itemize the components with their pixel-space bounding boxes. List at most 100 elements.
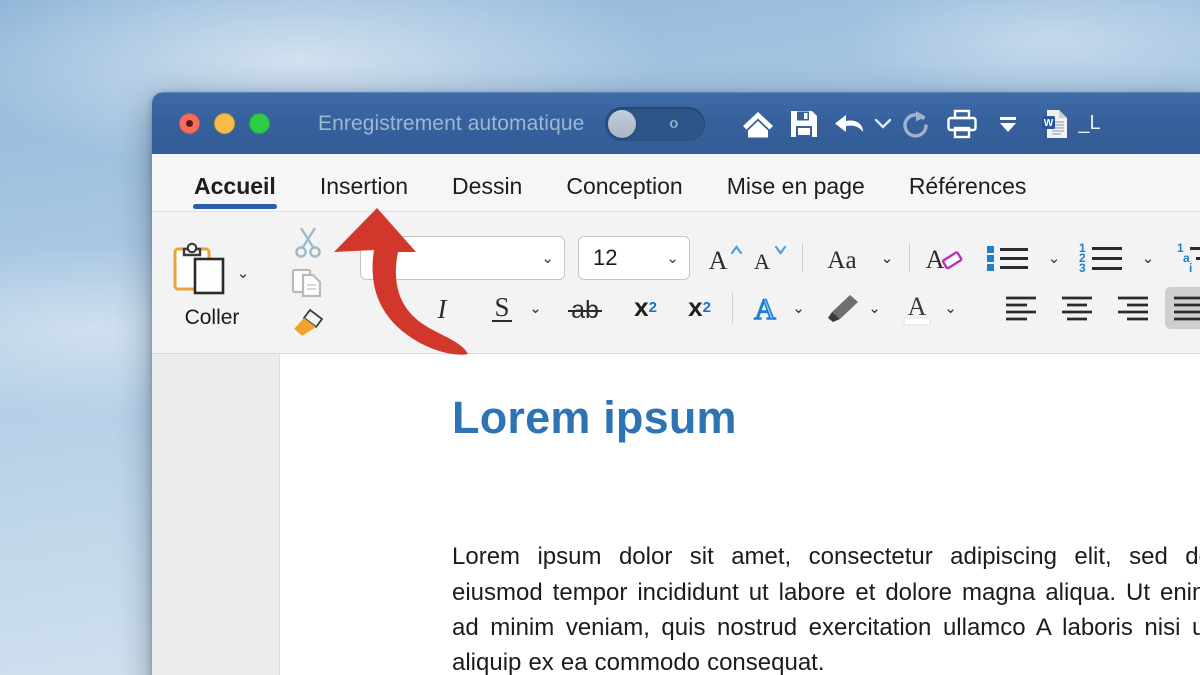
font-size-combobox[interactable]: 12 ⌄ (578, 236, 690, 280)
tab-conception[interactable]: Conception (544, 175, 704, 211)
autosave-toggle-state: o (669, 115, 678, 132)
document-area: Lorem ipsum Lorem ipsum dolor sit amet, … (152, 354, 1200, 675)
font-color-caret-icon[interactable]: ⌄ (939, 299, 963, 317)
tab-mise-en-page[interactable]: Mise en page (705, 175, 887, 211)
svg-text:W: W (1044, 118, 1054, 129)
page-left-margin (152, 354, 280, 675)
tab-dessin[interactable]: Dessin (430, 175, 544, 211)
customize-caret-icon[interactable] (985, 101, 1031, 147)
document-chip[interactable]: W _L (1041, 109, 1100, 139)
minimize-button[interactable] (214, 113, 235, 134)
save-icon[interactable] (781, 101, 827, 147)
svg-text:I: I (436, 294, 448, 324)
align-center-button[interactable] (1053, 287, 1101, 329)
tab-label: Dessin (452, 173, 522, 199)
autosave-toggle-knob (608, 110, 636, 138)
redo-icon[interactable] (893, 101, 939, 147)
font-separator-c (732, 293, 733, 323)
svg-text:A: A (754, 249, 770, 274)
italic-icon[interactable]: I (420, 285, 464, 331)
tab-label: Conception (566, 173, 682, 199)
numbering-icon[interactable]: 123 (1074, 235, 1136, 281)
cut-icon[interactable] (291, 225, 325, 264)
font-separator-b (909, 243, 910, 273)
superscript-base: x (688, 292, 702, 323)
print-icon[interactable] (939, 101, 985, 147)
svg-text:i: i (1189, 261, 1192, 275)
cut-copy-painter-group (272, 212, 344, 353)
paste-label: Coller (185, 306, 240, 330)
svg-text:A: A (754, 293, 776, 326)
ribbon-toolbar: ⌄ Coller (152, 212, 1200, 354)
align-right-button[interactable] (1109, 287, 1157, 329)
text-effects-caret-icon[interactable]: ⌄ (787, 299, 811, 317)
maximize-button[interactable] (249, 113, 270, 134)
bullets-icon[interactable] (980, 235, 1042, 281)
quick-access-toolbar: W _L (735, 101, 1100, 147)
word-application-window: Enregistrement automatique o (152, 92, 1200, 675)
ribbon-tab-bar: Accueil Insertion Dessin Conception Mise… (152, 154, 1200, 212)
document-heading: Lorem ipsum (452, 394, 1200, 441)
change-case-caret-icon[interactable]: ⌄ (875, 249, 899, 267)
tab-label: Mise en page (727, 173, 865, 199)
undo-icon[interactable] (827, 101, 873, 147)
copy-icon[interactable] (290, 267, 326, 304)
word-document-icon: W (1041, 109, 1069, 139)
svg-text:A: A (926, 245, 945, 274)
tab-label: Insertion (320, 173, 408, 199)
highlight-caret-icon[interactable]: ⌄ (863, 299, 887, 317)
multilevel-list-icon[interactable]: 1ai (1168, 235, 1200, 281)
window-controls (179, 113, 270, 134)
change-case-icon[interactable]: Aa (813, 235, 875, 281)
autosave-toggle[interactable]: o (605, 107, 705, 141)
svg-text:3: 3 (1079, 261, 1086, 275)
home-icon[interactable] (735, 101, 781, 147)
paragraph-group: ⌄ 123 ⌄ 1ai (966, 212, 1200, 353)
document-paragraph: Lorem ipsum dolor sit amet, consectetur … (452, 539, 1200, 675)
justify-button[interactable] (1165, 287, 1200, 329)
font-color-icon[interactable]: A (895, 285, 939, 331)
font-name-combobox[interactable]: ial ⌄ (360, 236, 565, 280)
undo-caret-icon[interactable] (873, 101, 893, 147)
underline-icon[interactable]: S (480, 285, 524, 331)
svg-text:A: A (709, 246, 728, 275)
underline-caret-icon[interactable]: ⌄ (524, 299, 548, 317)
font-size-value: 12 (593, 245, 656, 271)
align-left-button[interactable] (997, 287, 1045, 329)
window-title-bar: Enregistrement automatique o (152, 92, 1200, 154)
tab-label: Accueil (194, 173, 276, 199)
superscript-icon[interactable]: x2 (678, 285, 722, 331)
document-page[interactable]: Lorem ipsum Lorem ipsum dolor sit amet, … (280, 354, 1200, 675)
tab-insertion[interactable]: Insertion (298, 175, 430, 211)
subscript-icon[interactable]: x2 (624, 285, 668, 331)
svg-text:Aa: Aa (827, 247, 856, 274)
highlight-icon[interactable] (819, 285, 863, 331)
tab-label: Références (909, 173, 1027, 199)
desktop-background: Enregistrement automatique o (0, 0, 1200, 675)
numbering-caret-icon[interactable]: ⌄ (1136, 249, 1160, 267)
autosave-label: Enregistrement automatique (318, 112, 584, 136)
svg-text:S: S (494, 292, 509, 322)
tab-accueil[interactable]: Accueil (172, 175, 298, 211)
format-painter-icon[interactable] (290, 307, 326, 344)
superscript-index: 2 (703, 299, 711, 316)
subscript-base: x (634, 292, 648, 323)
subscript-index: 2 (649, 299, 657, 316)
tab-references[interactable]: Références (887, 175, 1049, 211)
svg-text:A: A (907, 292, 926, 321)
shrink-font-icon[interactable]: A (748, 235, 792, 281)
paste-caret-icon[interactable]: ⌄ (231, 264, 255, 282)
close-button[interactable] (179, 113, 200, 134)
clipboard-group: ⌄ Coller (152, 212, 272, 353)
font-group: ial ⌄ 12 ⌄ A A (344, 212, 966, 353)
strikethrough-icon[interactable]: ab (560, 285, 610, 331)
bullets-caret-icon[interactable]: ⌄ (1042, 249, 1066, 267)
chevron-down-icon: ⌄ (666, 249, 679, 267)
document-name: _L (1078, 112, 1100, 135)
chevron-down-icon: ⌄ (541, 249, 554, 267)
text-effects-icon[interactable]: A (743, 285, 787, 331)
clear-formatting-icon[interactable]: A (920, 235, 966, 281)
paste-icon[interactable] (169, 241, 231, 304)
font-separator-a (802, 243, 803, 273)
grow-font-icon[interactable]: A (704, 235, 748, 281)
